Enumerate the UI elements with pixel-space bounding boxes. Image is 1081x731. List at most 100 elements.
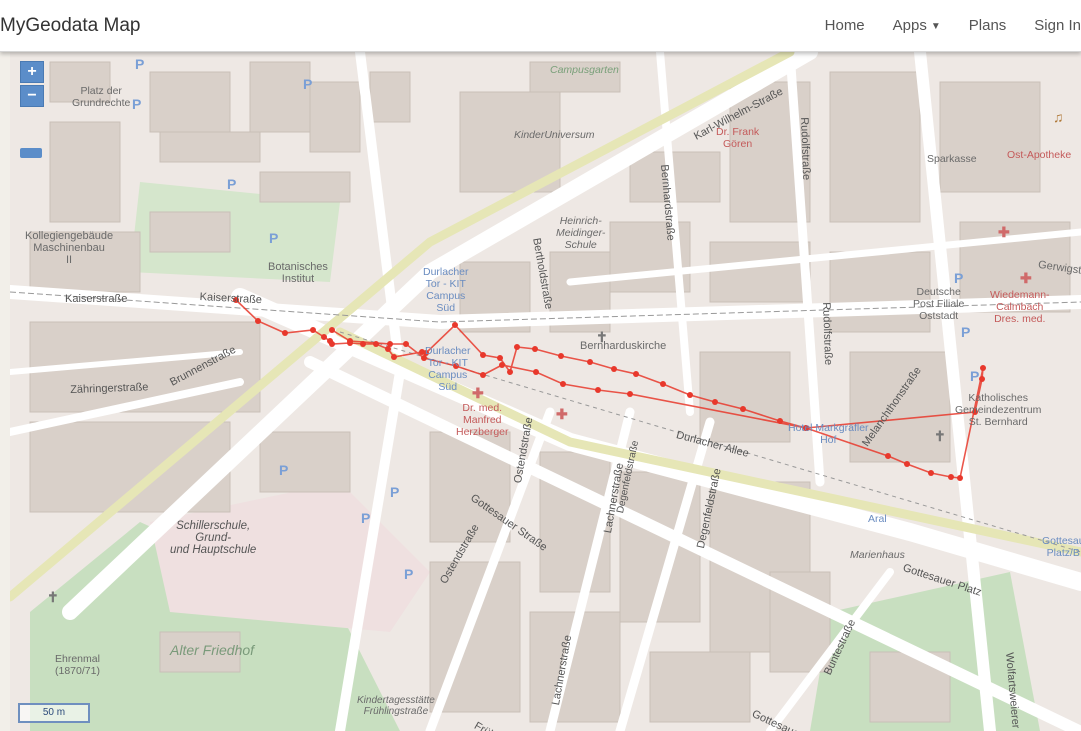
nav-signin[interactable]: Sign In (1034, 17, 1081, 34)
label-heinrich-meidinger-schule: Heinrich- Meidinger- Schule (556, 215, 606, 251)
parking-icon: P (404, 566, 414, 582)
track-point (497, 355, 503, 361)
label-dr-herzberger: Dr. med. Manfred Herzberger (456, 402, 509, 438)
track-point (687, 392, 693, 398)
track-point (347, 338, 353, 344)
track-point (480, 372, 486, 378)
parking-icon: P (227, 176, 237, 192)
track-point (712, 399, 718, 405)
track-point (499, 362, 505, 368)
track-point (980, 365, 986, 371)
track-point (633, 371, 639, 377)
label-kindertagesstaette: Kindertagesstätte Frühlingstraße (357, 695, 435, 717)
track-point (979, 376, 985, 382)
track-point (255, 318, 261, 324)
track-point (507, 369, 513, 375)
parking-icon: P (361, 510, 371, 526)
hospital-icon: ✚ (998, 224, 1010, 240)
nav-home[interactable]: Home (825, 17, 865, 34)
track-point (373, 341, 379, 347)
label-katholisches-gemeindezentrum: Katholisches Gemeindezentrum St. Bernhar… (955, 392, 1042, 428)
track-point (948, 474, 954, 480)
label-wiedemann: Wiedemann- Calmbach Dres. med. (990, 289, 1050, 325)
track-point (533, 369, 539, 375)
hospital-icon: ✚ (556, 406, 568, 422)
track-point (329, 341, 335, 347)
label-ehrenmal: Ehrenmal (1870/71) (55, 653, 100, 677)
track-point (282, 330, 288, 336)
parking-icon: P (390, 484, 400, 500)
track-point (627, 391, 633, 397)
track-point (321, 334, 327, 340)
hospital-icon: ✚ (1020, 270, 1032, 286)
zoom-slider-handle[interactable] (20, 148, 42, 158)
track-point (928, 470, 934, 476)
track-point (403, 341, 409, 347)
label-gottesaue-platz: Gottesau Platz/B (1042, 535, 1081, 559)
music-icon: ♫ (1053, 109, 1064, 125)
track-point (514, 344, 520, 350)
street-kaiserstrasse: Kaiserstraße (65, 293, 128, 305)
parking-icon: P (954, 270, 964, 286)
caret-down-icon: ▼ (930, 20, 941, 32)
nav-menu: Home Apps ▼ Plans Sign In (797, 0, 1081, 51)
track-point (360, 341, 366, 347)
label-aral: Aral (868, 513, 887, 525)
label-kollegiengebaeude: Kollegiengebäude Maschinenbau II (25, 230, 114, 266)
nav-apps-label: Apps (892, 17, 927, 34)
parking-icon: P (279, 462, 289, 478)
track-point (587, 359, 593, 365)
label-hotel-markgraefler: Hotel Markgräfler Hof (788, 422, 869, 446)
track-point (904, 461, 910, 467)
parking-icon: P (269, 230, 279, 246)
label-schillerschule: Schillerschule, Grund- und Hauptschule (170, 520, 257, 556)
label-durlacher-campus-sued: Durlacher Tor - KIT Campus Süd (425, 345, 471, 393)
track-point (452, 322, 458, 328)
label-alter-friedhof: Alter Friedhof (170, 642, 255, 658)
parking-icon: P (970, 368, 980, 384)
zoom-out-button[interactable]: − (20, 85, 44, 107)
hospital-icon: ✚ (472, 385, 484, 401)
label-kinderuniversum: KinderUniversum (514, 129, 595, 141)
parking-icon: P (303, 76, 313, 92)
parking-icon: P (135, 56, 145, 72)
track-point (660, 381, 666, 387)
label-ost-apotheke: Ost-Apotheke (1007, 149, 1072, 161)
track-point (611, 366, 617, 372)
track-point (777, 418, 783, 424)
label-marienhaus: Marienhaus (850, 549, 905, 561)
nav-apps[interactable]: Apps ▼ (893, 17, 941, 34)
track-point (558, 353, 564, 359)
label-bernharduskirche: Bernharduskirche (580, 340, 667, 352)
label-botanisches-institut: Botanisches Institut (268, 261, 328, 285)
label-sparkasse: Sparkasse (927, 153, 977, 165)
track-point (310, 327, 316, 333)
track-point (957, 475, 963, 481)
track-point (532, 346, 538, 352)
navbar: MyGeodata Map Home Apps ▼ Plans Sign In (0, 0, 1081, 52)
label-durlacher-tor-kit: Durlacher Tor - KIT Campus Süd (423, 266, 469, 314)
label-platz-der-grundrechte: Platz der Grundrechte (72, 85, 131, 109)
zoom-in-button[interactable]: + (20, 61, 44, 83)
street-rudolfstrasse: Rudolfstraße (798, 117, 813, 181)
track-point (560, 381, 566, 387)
nav-plans[interactable]: Plans (969, 17, 1007, 34)
church-icon: ✝ (47, 589, 59, 605)
map-canvas[interactable]: Platz der Grundrechte Kollegiengebäude M… (10, 52, 1081, 731)
label-deutsche-post: Deutsche Post Filiale Oststadt (913, 286, 965, 322)
brand-title[interactable]: MyGeodata Map (0, 15, 140, 37)
track-point (480, 352, 486, 358)
track-point (595, 387, 601, 393)
zoom-control: + − (20, 61, 44, 109)
church-icon: ✝ (596, 329, 608, 345)
track-point (391, 354, 397, 360)
map-tiles (10, 52, 1081, 731)
street-rudolfstrasse-2: Rudolfstraße (820, 302, 835, 366)
label-dr-goren: Dr. Frank Gören (716, 126, 760, 150)
track-point (387, 341, 393, 347)
church-icon: ✝ (934, 428, 946, 444)
scale-bar: 50 m (18, 703, 90, 723)
track-point (885, 453, 891, 459)
parking-icon: P (961, 324, 971, 340)
label-campusgarten: Campusgarten (550, 64, 619, 76)
